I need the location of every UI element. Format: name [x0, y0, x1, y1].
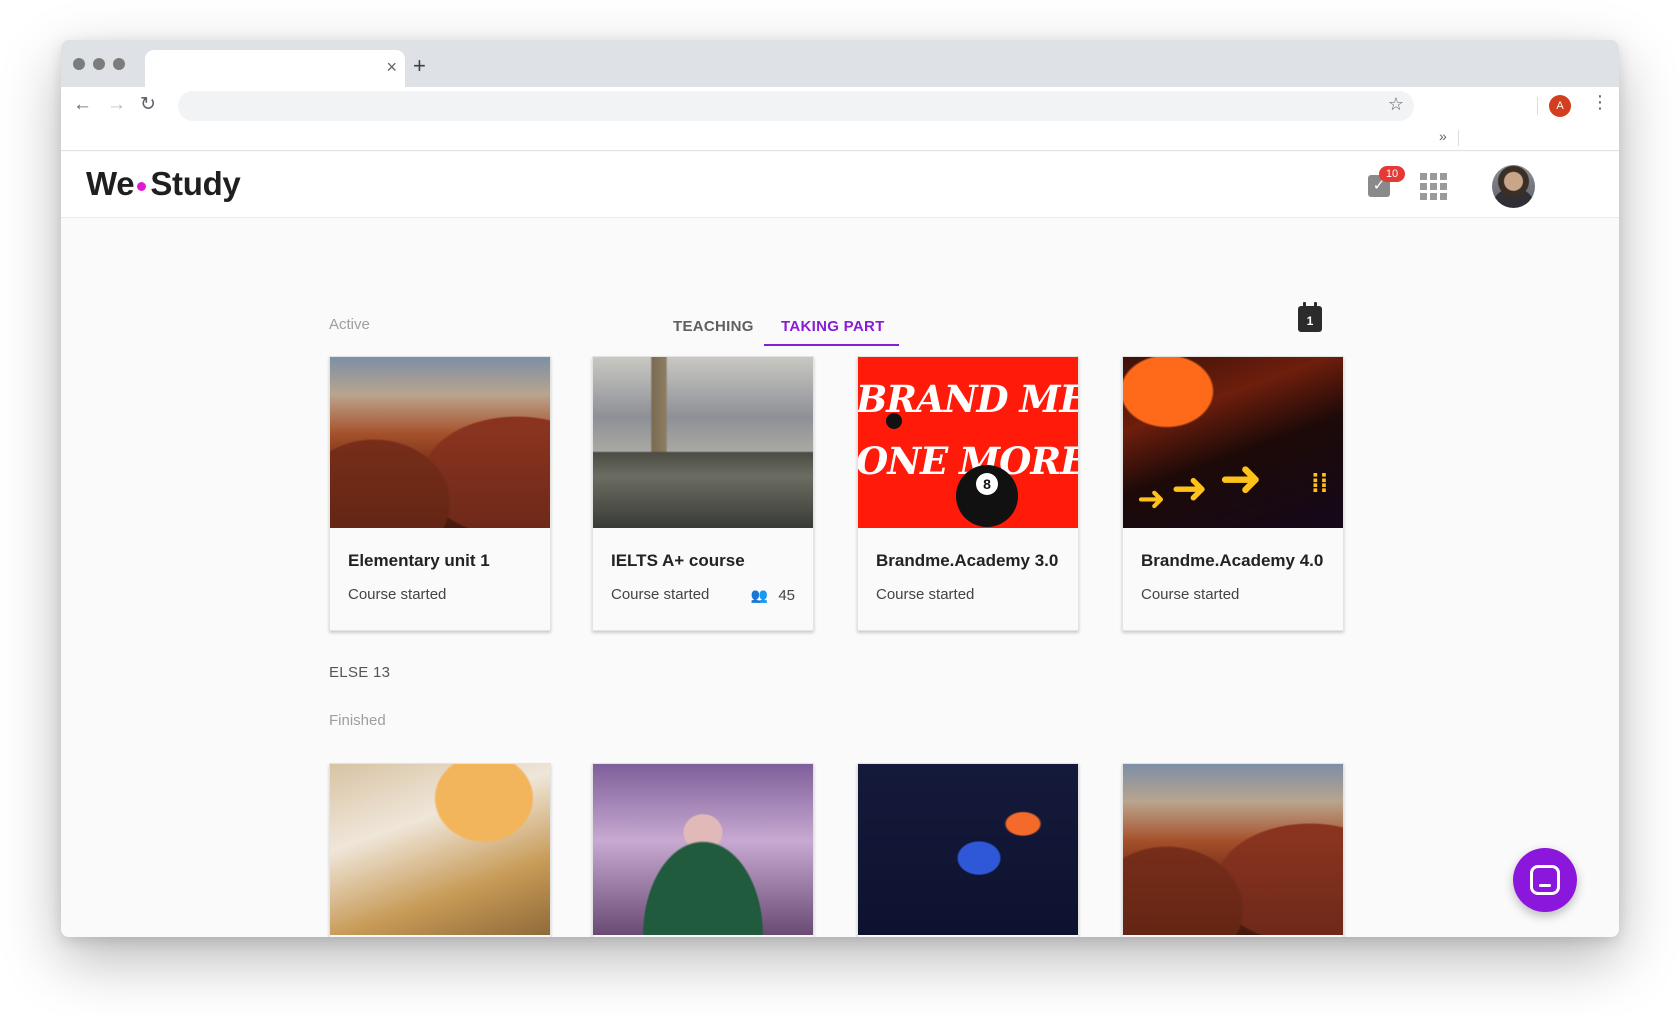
course-cover-image: BRAND ME BAB ONE MORE TIM: [858, 357, 1078, 528]
course-status-text: Course started: [876, 586, 975, 603]
course-cover-image: [330, 764, 550, 935]
app-header: We Study ✓ 10: [61, 152, 1619, 218]
toolbar-divider: [1537, 97, 1538, 115]
close-window-button[interactable]: [73, 58, 85, 70]
finished-section-label: Finished: [329, 712, 386, 729]
main-content: Active TEACHING TAKING PART 1 Elementary…: [61, 218, 1619, 937]
browser-tab[interactable]: ×: [145, 50, 405, 87]
browser-toolbar: ← → ↻ ☆ A ⋮: [61, 87, 1619, 125]
address-bar[interactable]: ☆: [178, 91, 1414, 121]
course-card[interactable]: [329, 763, 551, 937]
else-count-label[interactable]: ELSE 13: [329, 664, 390, 681]
browser-profile-avatar[interactable]: A: [1549, 95, 1571, 117]
course-card[interactable]: [1122, 763, 1344, 937]
browser-menu-icon[interactable]: ⋮: [1591, 92, 1609, 113]
bookmarks-divider: [1458, 130, 1459, 146]
bookmarks-overflow-icon[interactable]: »: [1439, 128, 1447, 144]
active-section-label: Active: [329, 316, 370, 333]
participants-count: 👥 45: [751, 584, 795, 607]
course-title: Elementary unit 1: [348, 551, 490, 570]
course-cover-image: [330, 357, 550, 528]
browser-window: × + ← → ↻ ☆ A ⋮ » We Study ✓ 10 Active TE…: [61, 40, 1619, 937]
arrow-graphic: ➜: [1219, 450, 1263, 508]
course-cover-image: [1123, 764, 1343, 935]
course-status: Course started: [876, 584, 1060, 606]
participants-number: 45: [778, 587, 795, 604]
course-status: Course started: [1141, 584, 1325, 606]
back-icon[interactable]: ←: [73, 93, 92, 117]
course-cover-image: [858, 764, 1078, 935]
course-cover-image: [593, 357, 813, 528]
apps-grid-icon[interactable]: [1420, 173, 1447, 200]
logo-text-study: Study: [150, 165, 241, 202]
westudy-logo[interactable]: We Study: [86, 164, 241, 204]
forward-icon[interactable]: →: [107, 93, 126, 117]
course-card[interactable]: [857, 763, 1079, 937]
tab-close-icon[interactable]: ×: [386, 57, 397, 77]
course-card[interactable]: Elementary unit 1 Course started: [329, 356, 551, 631]
chat-icon: [1530, 865, 1560, 895]
course-card[interactable]: BRAND ME BAB ONE MORE TIM Brandme.Academ…: [857, 356, 1079, 631]
course-cover-image: [593, 764, 813, 935]
course-status: Course started 👥 45: [611, 584, 795, 606]
course-card[interactable]: ➜ ➜ ➜ ⁞⁞ Brandme.Academy 4.0 Course star…: [1122, 356, 1344, 631]
bookmark-star-icon[interactable]: ☆: [1388, 94, 1404, 115]
course-status: Course started: [348, 584, 532, 606]
active-tab-indicator: [764, 344, 899, 346]
user-avatar[interactable]: [1492, 165, 1535, 208]
browser-tabstrip: × +: [61, 40, 1619, 87]
course-card[interactable]: [592, 763, 814, 937]
new-tab-button[interactable]: +: [413, 55, 426, 77]
tab-teaching[interactable]: TEACHING: [673, 318, 754, 335]
course-status-text: Course started: [611, 586, 710, 603]
course-card[interactable]: IELTS A+ course Course started 👥 45: [592, 356, 814, 631]
course-cover-image: ➜ ➜ ➜ ⁞⁞: [1123, 357, 1343, 528]
maximize-window-button[interactable]: [113, 58, 125, 70]
eight-ball-graphic: [956, 465, 1018, 527]
arrow-graphic: ➜: [1137, 480, 1166, 518]
small-ball-graphic: [886, 413, 902, 429]
tab-taking-part[interactable]: TAKING PART: [781, 318, 885, 335]
course-title: Brandme.Academy 4.0: [1141, 551, 1324, 570]
course-status-text: Course started: [348, 586, 447, 603]
reload-icon[interactable]: ↻: [140, 93, 156, 117]
arrow-graphic: ➜: [1171, 464, 1208, 513]
logo-text-we: We: [86, 165, 135, 202]
minimize-window-button[interactable]: [93, 58, 105, 70]
chat-support-button[interactable]: [1513, 848, 1577, 912]
people-icon: 👥: [750, 587, 769, 603]
course-title: IELTS A+ course: [611, 551, 745, 570]
bookmarks-bar: »: [61, 125, 1619, 151]
dots-graphic: ⁞⁞: [1311, 468, 1329, 498]
calendar-icon[interactable]: 1: [1298, 302, 1322, 332]
course-title: Brandme.Academy 3.0: [876, 551, 1059, 570]
logo-dot: [137, 181, 147, 191]
course-status-text: Course started: [1141, 586, 1240, 603]
notification-badge: 10: [1379, 166, 1405, 182]
